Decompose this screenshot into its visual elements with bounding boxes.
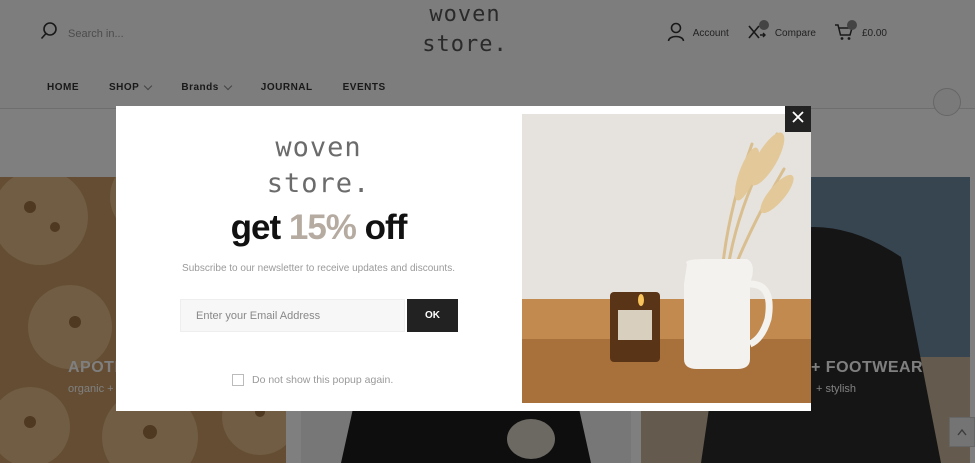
candle-vase-image (522, 114, 811, 403)
subscribe-ok-button[interactable]: OK (407, 299, 458, 332)
popup-logo: woven store. (116, 130, 521, 202)
newsletter-popup: woven store. get 15% off Subscribe to ou… (116, 106, 811, 411)
headline-pre: get (230, 208, 289, 247)
dont-show-again-label[interactable]: Do not show this popup again. (252, 374, 393, 386)
popup-logo-line-2: store. (266, 168, 371, 199)
close-popup-button[interactable] (785, 106, 811, 132)
dont-show-again-checkbox[interactable] (232, 374, 244, 386)
discount-percent: 15% (288, 208, 357, 247)
headline-post: off (355, 208, 408, 247)
dont-show-again-row[interactable]: Do not show this popup again. (232, 374, 393, 386)
popup-logo-line-1: woven (275, 132, 362, 163)
email-field[interactable] (180, 299, 405, 332)
popup-headline: get 15% off (116, 208, 521, 248)
close-icon (792, 110, 804, 128)
popup-subtitle: Subscribe to our newsletter to receive u… (182, 263, 455, 274)
